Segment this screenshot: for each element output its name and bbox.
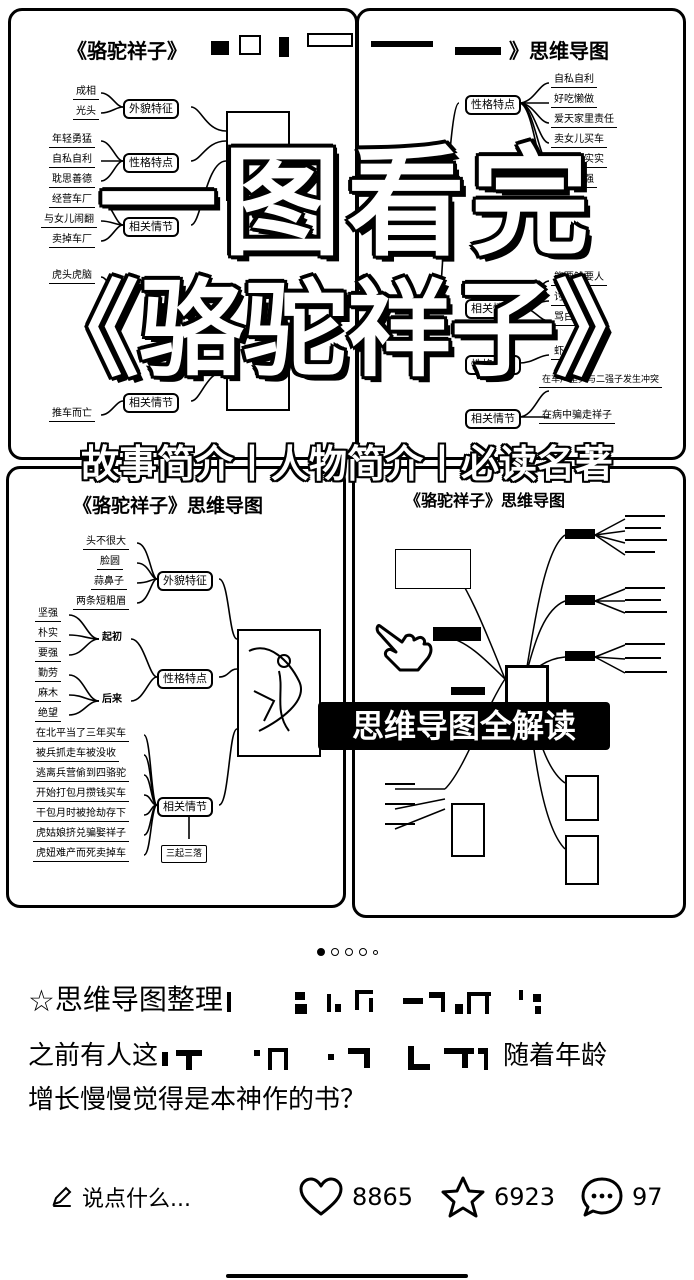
heart-icon — [299, 1177, 343, 1216]
headline-line-1: 一图看完 — [98, 133, 595, 272]
illustration-frame — [451, 803, 485, 857]
leaf: 虎妞难产而死卖掉车 — [33, 847, 129, 862]
leaf-line — [385, 823, 415, 825]
leaf: 头不很大 — [83, 535, 129, 550]
node-block — [451, 687, 485, 695]
leaf: 好吃懒做 — [551, 93, 597, 108]
leaf: 成相 — [73, 85, 99, 100]
post-title-text: 思维导图整理 — [54, 983, 223, 1016]
post-image-carousel[interactable]: 《骆驼祥子》 成相 光头 年轻勇猛 自私自利 耽思善德 经营车厂 与女儿闹翻 卖… — [0, 0, 694, 930]
post-body-text: 之前有人这 — [28, 1041, 159, 1071]
carousel-dot[interactable] — [372, 949, 378, 955]
leaf-line — [625, 539, 667, 541]
leaf-line — [385, 803, 415, 805]
leaf: 光头 — [73, 105, 99, 120]
leaf-line — [625, 515, 665, 517]
leaf: 要强 — [35, 647, 61, 662]
node-block — [565, 595, 595, 605]
redacted-text — [162, 1045, 489, 1070]
carousel-dot[interactable] — [358, 948, 367, 956]
mindmap-banner: 思维导图全解读 — [318, 702, 610, 750]
leaf: 逃离兵营偷到四骆驼 — [33, 767, 129, 782]
leaf: 朴实 — [35, 627, 61, 642]
carousel-dot[interactable] — [344, 948, 353, 956]
chat-bubble-icon — [581, 1177, 623, 1217]
leaf: 麻木 — [35, 687, 61, 702]
leaf-line — [385, 783, 415, 785]
carousel-dot[interactable] — [330, 948, 339, 956]
carousel-dot-active[interactable] — [316, 948, 325, 956]
node-block — [433, 627, 481, 641]
leaf: 在北平当了三年买车 — [33, 727, 129, 742]
comment-count: 97 — [632, 1183, 663, 1211]
leaf: 推车而亡 — [49, 407, 95, 422]
illustration-sketch — [248, 647, 302, 732]
comment-placeholder: 说点什么... — [82, 1187, 191, 1212]
hand-pointer-icon — [375, 624, 433, 672]
node-block — [565, 651, 595, 661]
leaf: 坚强 — [35, 607, 61, 622]
leaf-line — [625, 643, 665, 645]
mindmap-panel-3: 《骆驼祥子》思维导图 头不很大 脸圆 蒜鼻子 两条短粗眉 坚强 朴实 要强 勤劳… — [6, 466, 346, 908]
node-box: 相关情节 — [465, 409, 521, 429]
post-body-text: 随着年龄 — [503, 1041, 608, 1071]
node-box: 外貌特征 — [123, 99, 179, 119]
star-icon — [441, 1176, 485, 1218]
post-title: ☆思维导图整理 — [28, 980, 668, 1022]
post-body: 之前有人这 随着年龄 增长慢慢觉得是本神作的书？ — [28, 1034, 668, 1122]
leaf: 绝望 — [35, 707, 61, 722]
leaf-line — [625, 587, 665, 589]
leaf: 虎姑娘挤兑骗娶祥子 — [33, 827, 129, 842]
stage-label: 起初 — [102, 632, 122, 643]
node-box: 三起三落 — [161, 845, 208, 863]
leaf: 在病中骗走祥子 — [539, 409, 615, 424]
node-box: 性格特点 — [157, 669, 213, 689]
leaf-line — [625, 527, 661, 529]
mindmap-panel-4: 《骆驼祥子》思维导图 — [352, 466, 686, 918]
leaf: 爱天家里责任 — [551, 113, 617, 128]
leaf: 勤劳 — [35, 667, 61, 682]
illustration-frame — [237, 629, 321, 757]
node-block — [565, 529, 595, 539]
headline-line-2: 《骆驼祥子》 — [34, 268, 659, 391]
favorite-count: 6923 — [494, 1183, 556, 1211]
leaf-line — [625, 671, 667, 673]
carousel-indicator — [0, 944, 694, 960]
headline-subtitle: 故事简介丨人物简介丨必读名著 — [80, 441, 613, 486]
post-body-line-2: 增长慢慢觉得是本神作的书？ — [28, 1085, 367, 1115]
stage-label: 后来 — [102, 694, 122, 705]
favorite-button[interactable]: 6923 — [440, 1176, 555, 1218]
center-node — [505, 665, 549, 705]
leaf: 干包月时被抢劫存下 — [33, 807, 129, 822]
leaf: 蒜鼻子 — [91, 575, 127, 590]
comment-button[interactable]: 97 — [580, 1176, 663, 1218]
home-indicator[interactable] — [226, 1274, 468, 1278]
leaf-line — [625, 657, 661, 659]
leaf-line — [625, 611, 667, 613]
leaf-line — [625, 599, 661, 601]
leaf: 开始打包月攒钱买车 — [33, 787, 129, 802]
like-button[interactable]: 8865 — [298, 1176, 413, 1218]
leaf: 自私自利 — [551, 73, 597, 88]
leaf-line — [625, 551, 655, 553]
comment-input[interactable]: 说点什么... — [50, 1180, 191, 1214]
note-box — [395, 549, 471, 589]
node-box: 性格特点 — [465, 95, 521, 115]
like-count: 8865 — [352, 1183, 414, 1211]
star-outline-icon: ☆ — [28, 984, 55, 1019]
redacted-text — [226, 990, 541, 1014]
node-box: 相关情节 — [157, 797, 213, 817]
node-box: 外貌特征 — [157, 571, 213, 591]
post-body-line-1: 之前有人这 随着年龄 — [28, 1034, 668, 1078]
leaf: 脸圆 — [97, 555, 123, 570]
pencil-icon — [52, 1186, 72, 1207]
node-box: 相关情节 — [123, 393, 179, 413]
leaf: 被兵抓走车被没收 — [33, 747, 119, 762]
leaf: 两条短粗眉 — [73, 595, 129, 610]
illustration-frame — [565, 835, 599, 885]
illustration-frame — [565, 775, 599, 821]
post-action-bar: 说点什么... 8865 6923 97 — [0, 1172, 694, 1222]
